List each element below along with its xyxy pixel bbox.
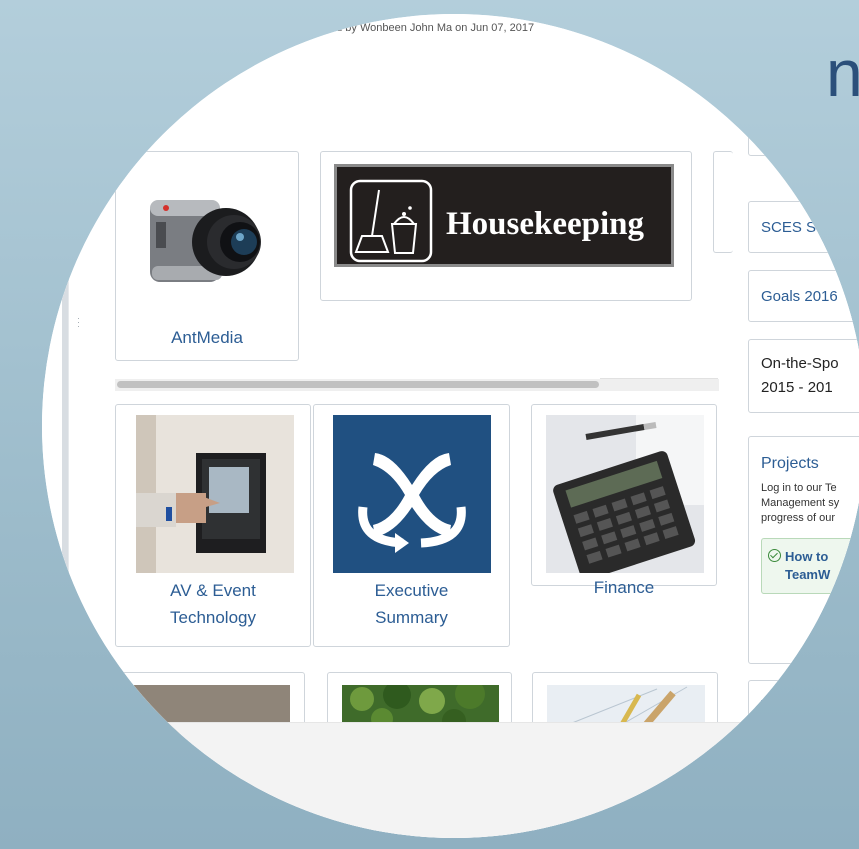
sidebar-link-label: SCES S xyxy=(761,219,817,236)
space-card-housekeeping[interactable]: Housekeeping xyxy=(320,151,692,301)
section-heading: s xyxy=(157,106,167,125)
space-label: AV & Event Technology xyxy=(116,577,310,631)
scrollbar-thumb[interactable] xyxy=(117,381,599,388)
sidebar-panel-projects: Projects Log in to our Te Management sy … xyxy=(748,436,859,664)
confluence-page: ed by Wonbeen John Ma on Jun 07, 2017 s … xyxy=(42,14,859,838)
last-modified-text: ed by Wonbeen John Ma on Jun 07, 2017 xyxy=(330,22,535,34)
space-label-line2: Technology xyxy=(169,608,256,628)
space-label: Finance xyxy=(593,578,655,597)
space-label-line1: AV & Event xyxy=(170,581,256,600)
sidebar-box-line1: On-the-Spo xyxy=(761,355,839,372)
projects-text-line2: Management sy xyxy=(761,497,840,509)
space-card-partial[interactable] xyxy=(713,151,733,253)
projects-description: Log in to our Te Management sy progress … xyxy=(761,481,859,526)
housekeeping-sign-icon: Housekeeping xyxy=(334,164,674,267)
check-circle-icon xyxy=(768,549,781,562)
sidebar-link-goals[interactable]: Goals 2016 xyxy=(748,270,859,322)
howto-line1: How to xyxy=(785,549,829,564)
divider xyxy=(68,280,69,700)
divider xyxy=(600,378,718,379)
confluence-logo-icon xyxy=(333,415,491,573)
camera-icon xyxy=(136,182,276,292)
sidebar-panel-title: Wh xyxy=(761,697,784,714)
sidebar-link-label: Goals 2016 xyxy=(761,288,838,305)
magnified-view: ed by Wonbeen John Ma on Jun 07, 2017 s … xyxy=(42,14,859,838)
grip-dots-icon[interactable]: · · · xyxy=(77,314,80,331)
projects-title: Projects xyxy=(761,455,819,472)
how-to-teamwork-link[interactable]: How to TeamW xyxy=(761,538,859,594)
sidebar-box-on-the-spot: On-the-Spo 2015 - 201 xyxy=(748,339,859,413)
howto-line2: TeamW xyxy=(785,567,831,582)
space-card-av-event-technology[interactable]: AV & Event Technology xyxy=(115,404,311,647)
space-label-line2: Summary xyxy=(375,608,448,628)
space-card-antmedia[interactable]: AntMedia xyxy=(115,151,299,361)
projects-text-line1: Log in to our Te xyxy=(761,482,837,494)
space-label-line1: Executive xyxy=(374,581,449,600)
space-card-finance[interactable]: Finance xyxy=(531,404,717,597)
calculator-photo xyxy=(546,415,704,573)
sidebar-box-line2: 2015 - 201 xyxy=(761,379,833,396)
svg-text:Housekeeping: Housekeeping xyxy=(446,206,645,242)
sidebar-link-sces[interactable]: SCES S xyxy=(748,201,859,253)
touch-panel-photo xyxy=(136,415,294,573)
space-label: Executive Summary xyxy=(314,577,509,631)
sidebar-link-overview[interactable]: Ov xyxy=(748,84,859,156)
sidebar-link-label: Ov xyxy=(761,136,781,153)
projects-text-line3: progress of our xyxy=(761,512,835,524)
space-label: AntMedia xyxy=(171,328,243,347)
space-card-executive-summary[interactable]: Executive Summary xyxy=(313,404,510,647)
page-footer xyxy=(42,722,859,838)
